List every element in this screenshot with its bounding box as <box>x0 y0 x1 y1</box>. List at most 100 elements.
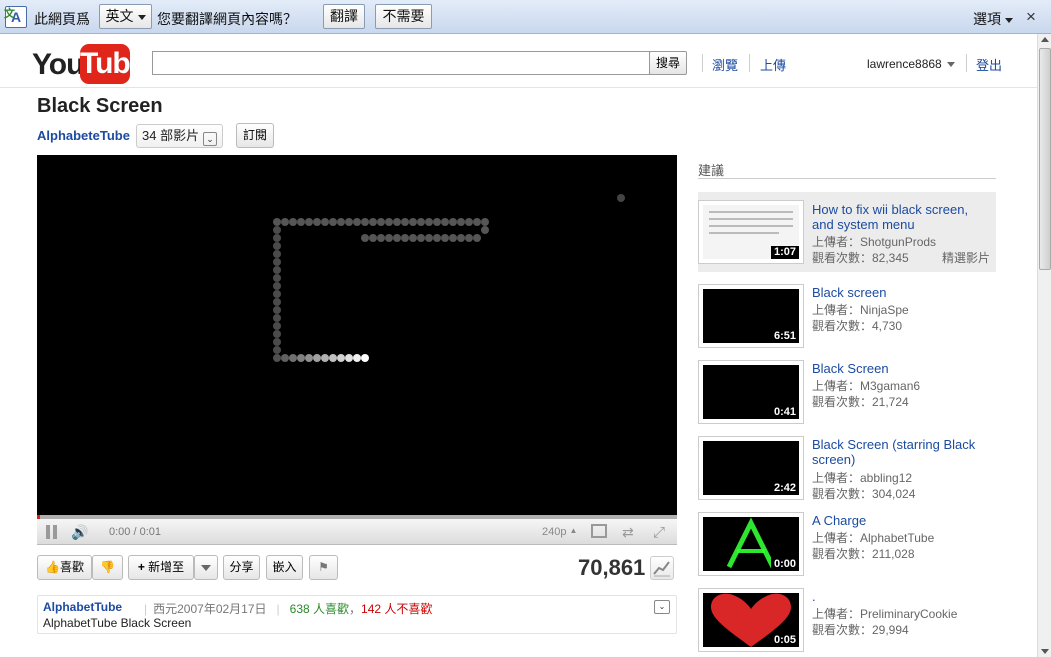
frame-dot <box>433 218 441 226</box>
chevron-down-icon <box>137 14 146 20</box>
dislike-button[interactable]: 👎 <box>92 555 123 580</box>
subscribe-button[interactable]: 訂閱 <box>236 123 275 148</box>
fullscreen-icon[interactable]: ⤢ <box>653 524 671 541</box>
frame-dot <box>345 218 353 226</box>
suggestion-views: 觀看次數：21,724 <box>812 395 909 409</box>
video-count-dropdown[interactable]: 34 部影片 ⌄ <box>136 124 224 148</box>
suggestion-item[interactable]: 0:41 Black Screen 上傳者：M3gaman6 觀看次數：21,7… <box>698 360 996 426</box>
frame-dot <box>273 322 281 330</box>
suggestion-uploader: 上傳者：PreliminaryCookie <box>812 607 958 621</box>
info-channel-link[interactable]: AlphabetTube <box>43 600 122 614</box>
expand-icon[interactable]: ⌄ <box>654 600 670 614</box>
like-label: 喜歡 <box>59 560 84 574</box>
no-translate-button[interactable]: 不需要 <box>375 4 432 29</box>
frame-dot <box>425 234 433 242</box>
like-count: 638 人喜歡 <box>289 602 350 616</box>
frame-dot <box>441 234 449 242</box>
suggestion-thumbnail[interactable]: 2:42 <box>698 436 804 500</box>
logout-link[interactable]: 登出 <box>976 55 1002 74</box>
frame-dot <box>305 354 313 362</box>
scroll-up-icon[interactable] <box>1041 37 1049 42</box>
add-to-button[interactable]: + 新增至 <box>128 555 194 580</box>
suggestion-item[interactable]: 0:00 A Charge 上傳者：AlphabetTube 觀看次數：211,… <box>698 512 996 578</box>
suggestion-item[interactable]: 2:42 Black Screen (starring Black screen… <box>698 436 996 502</box>
logo-you: You <box>32 48 84 81</box>
suggestion-title[interactable]: Black Screen <box>812 361 992 376</box>
search-button[interactable]: 搜尋 <box>649 51 687 75</box>
frame-dot <box>465 234 473 242</box>
suggestion-title[interactable]: Black Screen (starring Black screen) <box>812 437 992 467</box>
suggestion-thumbnail[interactable]: 6:51 <box>698 284 804 348</box>
add-to-dropdown[interactable] <box>194 555 218 580</box>
browse-link[interactable]: 瀏覽 <box>712 55 738 74</box>
frame-dot <box>377 234 385 242</box>
frame-dot <box>441 218 449 226</box>
language-select[interactable]: 英文 <box>99 4 152 29</box>
suggestion-thumbnail[interactable]: 1:07 <box>698 200 804 264</box>
like-button[interactable]: 👍喜歡 <box>37 555 92 580</box>
frame-dot <box>361 234 369 242</box>
suggestion-item[interactable]: 0:05 . 上傳者：PreliminaryCookie 觀看次數：29,994 <box>698 588 996 654</box>
frame-dot <box>401 234 409 242</box>
share-button[interactable]: 分享 <box>223 555 260 580</box>
suggestion-thumbnail[interactable]: 0:05 <box>698 588 804 652</box>
separator: ， <box>349 602 362 616</box>
chevron-down-icon <box>1005 17 1013 23</box>
divider: | <box>276 602 280 616</box>
suggestion-item[interactable]: 1:07 How to fix wii black screen, and sy… <box>698 192 996 272</box>
embed-button[interactable]: 嵌入 <box>266 555 303 580</box>
frame-dot <box>273 330 281 338</box>
suggestion-thumbnail[interactable]: 0:41 <box>698 360 804 424</box>
suggestion-title[interactable]: Black screen <box>812 285 992 300</box>
search-input[interactable] <box>152 51 650 75</box>
frame-dot <box>273 242 281 250</box>
quality-label: 240p <box>542 526 567 538</box>
video-info: AlphabetTube | 西元2007年02月17日 | 638 人喜歡，142 … <box>37 595 677 634</box>
frame-dot <box>329 218 337 226</box>
frame-dot <box>305 218 313 226</box>
suggestion-thumbnail[interactable]: 0:00 <box>698 512 804 576</box>
suggestion-item[interactable]: 6:51 Black screen 上傳者：NinjaSpe 觀看次數：4,73… <box>698 284 996 350</box>
suggestion-title[interactable]: How to fix wii black screen, and system … <box>812 202 992 232</box>
video-player[interactable] <box>37 155 677 515</box>
divider <box>702 54 703 72</box>
options-menu[interactable]: 選項 <box>973 9 1013 29</box>
loop-icon[interactable]: ⇄ <box>622 524 640 540</box>
frame-dot <box>329 354 337 362</box>
frame-dot <box>273 250 281 258</box>
channel-link[interactable]: AlphabeteTube <box>37 128 130 143</box>
stats-chart-icon <box>653 561 670 577</box>
close-icon[interactable]: × <box>1026 7 1036 27</box>
frame-dot <box>297 354 305 362</box>
flag-button[interactable]: ⚑ <box>309 555 338 580</box>
suggestion-title[interactable]: . <box>812 589 992 604</box>
thumb-text-line <box>709 232 779 234</box>
quality-button[interactable]: 240p ▲ <box>542 526 577 538</box>
stats-icon[interactable] <box>650 556 674 580</box>
video-count: 34 部影片 <box>142 128 200 143</box>
divider <box>749 54 750 72</box>
frame-dot <box>409 218 417 226</box>
frame-dot <box>313 354 321 362</box>
frame-dot <box>409 234 417 242</box>
pause-icon[interactable] <box>46 525 58 539</box>
scroll-down-icon[interactable] <box>1041 649 1049 654</box>
frame-dot <box>313 218 321 226</box>
translate-button[interactable]: 翻譯 <box>323 4 365 29</box>
suggestion-uploader: 上傳者：abbling12 <box>812 471 913 485</box>
suggestion-views: 觀看次數：82,345 <box>812 251 909 265</box>
frame-dot <box>281 218 289 226</box>
upload-link[interactable]: 上傳 <box>760 55 786 74</box>
frame-dot <box>433 234 441 242</box>
thumb-image: 1:07 <box>703 205 799 259</box>
scrollbar-thumb[interactable] <box>1039 48 1051 270</box>
user-menu[interactable]: lawrence8868 <box>867 57 955 71</box>
frame-dot <box>385 218 393 226</box>
suggestion-uploader: 上傳者：M3gaman6 <box>812 379 921 393</box>
frame-dot <box>377 218 385 226</box>
page-scrollbar[interactable] <box>1037 34 1051 657</box>
volume-icon[interactable]: 🔊 <box>71 525 97 539</box>
popout-icon[interactable] <box>591 524 607 538</box>
frame-dot <box>401 218 409 226</box>
suggestion-title[interactable]: A Charge <box>812 513 992 528</box>
